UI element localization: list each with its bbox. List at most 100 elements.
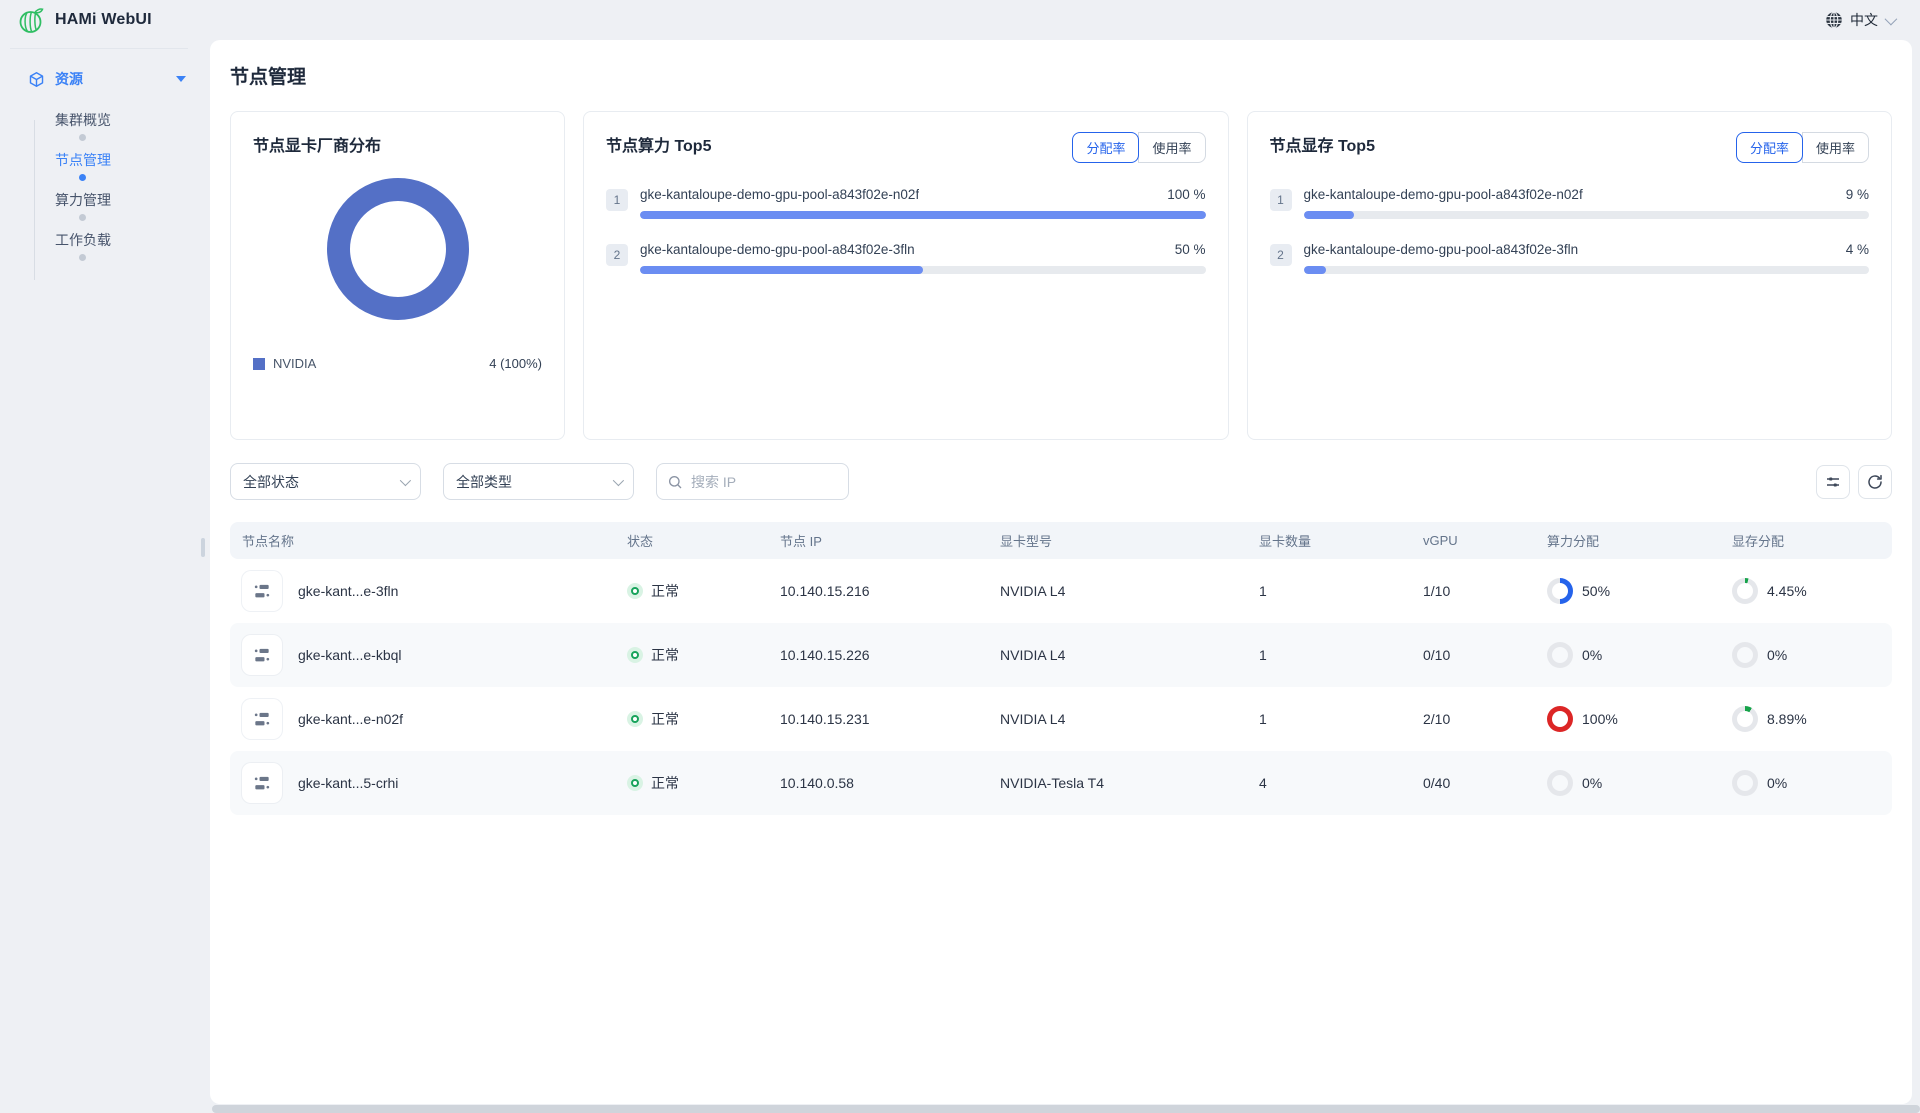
sidebar-tree: 集群概览 节点管理 算力管理 工作负载 [0, 100, 210, 260]
list-item: 1 gke-kantaloupe-demo-gpu-pool-a843f02e-… [606, 187, 1206, 219]
list-item: 2 gke-kantaloupe-demo-gpu-pool-a843f02e-… [606, 242, 1206, 274]
table-settings-button[interactable] [1816, 465, 1850, 499]
table-row[interactable]: gke-kant...e-n02f 正常 10.140.15.231 NVIDI… [230, 687, 1892, 751]
node-name: gke-kant...e-3fln [298, 583, 398, 599]
tree-dot-icon [79, 254, 86, 261]
memory-allocation: 0% [1732, 770, 1892, 796]
node-ip: 10.140.15.226 [780, 647, 1000, 663]
search-input[interactable] [691, 474, 821, 490]
sidebar-item-cluster-overview[interactable]: 集群概览 [0, 100, 210, 140]
chevron-down-icon [400, 474, 411, 485]
language-selector[interactable]: 中文 [1825, 10, 1894, 30]
status-ok-icon [627, 711, 643, 727]
toggle-usage-rate[interactable]: 使用率 [1802, 132, 1869, 163]
compute-percent: 50% [1582, 583, 1610, 599]
memory-rate-toggle: 分配率 使用率 [1736, 132, 1869, 163]
sidebar-item-node-management[interactable]: 节点管理 [0, 140, 210, 180]
memory-top5-list: 1 gke-kantaloupe-demo-gpu-pool-a843f02e-… [1270, 187, 1870, 274]
status-badge: 正常 [627, 645, 780, 665]
status-label: 正常 [651, 581, 679, 601]
toggle-allocation-rate[interactable]: 分配率 [1072, 132, 1139, 163]
toggle-usage-rate[interactable]: 使用率 [1138, 132, 1205, 163]
table-row[interactable]: gke-kant...e-kbql 正常 10.140.15.226 NVIDI… [230, 623, 1892, 687]
nodes-table: 节点名称 状态 节点 IP 显卡型号 显卡数量 vGPU 算力分配 显存分配 [230, 522, 1892, 815]
table-row[interactable]: gke-kant...e-3fln 正常 10.140.15.216 NVIDI… [230, 559, 1892, 623]
progress-fill [640, 211, 1206, 219]
caret-down-icon [176, 76, 186, 82]
node-name: gke-kantaloupe-demo-gpu-pool-a843f02e-3f… [1304, 242, 1579, 257]
memory-percent: 4.45% [1767, 583, 1807, 599]
node-ip: 10.140.15.216 [780, 583, 1000, 599]
table-row[interactable]: gke-kant...5-crhi 正常 10.140.0.58 NVIDIA-… [230, 751, 1892, 815]
node-value: 9 % [1846, 187, 1869, 202]
sidebar-item-label: 集群概览 [55, 110, 111, 130]
compute-percent: 100% [1582, 711, 1618, 727]
horizontal-scrollbar[interactable] [212, 1105, 1920, 1113]
node-value: 100 % [1167, 187, 1205, 202]
compute-top5-list: 1 gke-kantaloupe-demo-gpu-pool-a843f02e-… [606, 187, 1206, 274]
status-badge: 正常 [627, 581, 780, 601]
type-filter-select[interactable]: 全部类型 [443, 463, 634, 500]
status-badge: 正常 [627, 709, 780, 729]
status-label: 正常 [651, 645, 679, 665]
card-title: 节点算力 Top5 [606, 132, 711, 156]
app-window: HAMi WebUI 中文 资 [0, 0, 1920, 1113]
card-memory-top5: 节点显存 Top5 分配率 使用率 1 gke-kantaloupe-demo-… [1247, 111, 1893, 440]
vgpu-ratio: 0/40 [1423, 775, 1547, 791]
col-node-name: 节点名称 [242, 531, 627, 550]
node-icon [242, 635, 282, 675]
compute-percent: 0% [1582, 775, 1602, 791]
compute-ring-icon [1547, 706, 1573, 732]
progress-bar [1304, 266, 1870, 274]
gpu-count: 1 [1259, 711, 1423, 727]
main-content-panel: 节点管理 节点显卡厂商分布 NVIDIA 4 (100%) 节点算力 Top5 [210, 40, 1912, 1104]
type-filter-value: 全部类型 [456, 472, 512, 492]
gpu-model: NVIDIA L4 [1000, 711, 1259, 727]
page-title: 节点管理 [230, 62, 1892, 89]
search-icon [667, 474, 683, 490]
node-name: gke-kant...e-kbql [298, 647, 402, 663]
table-settings-icon [1824, 473, 1842, 491]
donut-ring [327, 178, 469, 320]
memory-allocation: 0% [1732, 642, 1892, 668]
node-icon [242, 699, 282, 739]
memory-percent: 0% [1767, 647, 1787, 663]
sidebar-resize-handle[interactable] [201, 538, 205, 557]
vgpu-ratio: 1/10 [1423, 583, 1547, 599]
ip-search-box[interactable] [656, 463, 849, 500]
node-ip: 10.140.15.231 [780, 711, 1000, 727]
sidebar-item-workloads[interactable]: 工作负载 [0, 220, 210, 260]
compute-rate-toggle: 分配率 使用率 [1072, 132, 1205, 163]
memory-percent: 0% [1767, 775, 1787, 791]
status-ok-icon [627, 647, 643, 663]
node-name: gke-kantaloupe-demo-gpu-pool-a843f02e-n0… [1304, 187, 1583, 202]
status-filter-value: 全部状态 [243, 472, 299, 492]
progress-bar [1304, 211, 1870, 219]
tree-dot-icon [79, 134, 86, 141]
sidebar-item-label: 工作负载 [55, 230, 111, 250]
legend-swatch [253, 358, 265, 370]
card-gpu-vendor-distribution: 节点显卡厂商分布 NVIDIA 4 (100%) [230, 111, 565, 440]
compute-allocation: 50% [1547, 578, 1732, 604]
refresh-button[interactable] [1858, 465, 1892, 499]
col-status: 状态 [627, 531, 780, 550]
sidebar-item-compute-management[interactable]: 算力管理 [0, 180, 210, 220]
gpu-count: 1 [1259, 647, 1423, 663]
cube-icon [28, 71, 45, 88]
status-filter-select[interactable]: 全部状态 [230, 463, 421, 500]
gpu-model: NVIDIA L4 [1000, 583, 1259, 599]
language-label: 中文 [1850, 10, 1878, 30]
status-label: 正常 [651, 709, 679, 729]
memory-ring-icon [1732, 642, 1758, 668]
vgpu-ratio: 0/10 [1423, 647, 1547, 663]
status-label: 正常 [651, 773, 679, 793]
node-value: 4 % [1846, 242, 1869, 257]
tree-dot-icon [79, 214, 86, 221]
sidebar-group-resources[interactable]: 资源 [12, 62, 196, 96]
compute-allocation: 100% [1547, 706, 1732, 732]
refresh-icon [1866, 473, 1884, 491]
list-item: 2 gke-kantaloupe-demo-gpu-pool-a843f02e-… [1270, 242, 1870, 274]
legend-item-nvidia: NVIDIA 4 (100%) [253, 356, 542, 371]
toggle-allocation-rate[interactable]: 分配率 [1736, 132, 1803, 163]
tree-dot-icon [79, 174, 86, 181]
